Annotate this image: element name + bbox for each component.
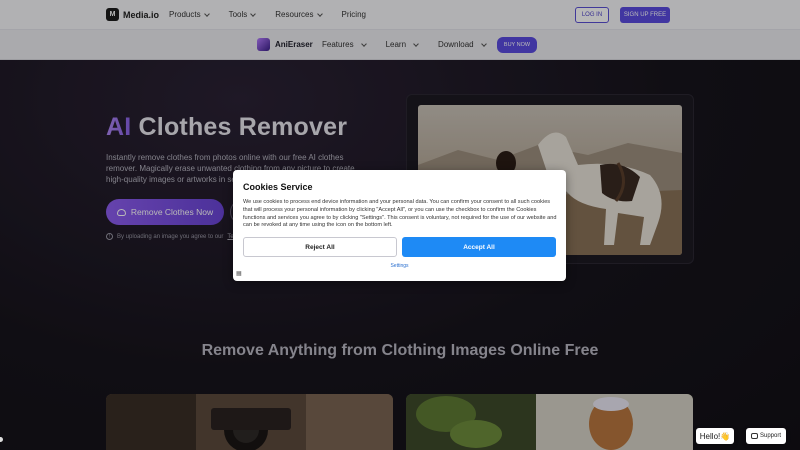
support-label: Support bbox=[759, 433, 781, 439]
cookie-consent-dialog: Cookies Service We use cookies to proces… bbox=[233, 170, 566, 281]
hello-chat-bubble[interactable]: Hello!👋 bbox=[696, 428, 734, 444]
cookie-settings-link[interactable]: Settings bbox=[233, 263, 566, 269]
chat-bubble-icon bbox=[750, 433, 758, 439]
cookie-body: We use cookies to process end device inf… bbox=[243, 199, 557, 229]
reject-all-button[interactable]: Reject All bbox=[243, 237, 397, 257]
accept-all-button[interactable]: Accept All bbox=[402, 237, 556, 257]
support-chat-button[interactable]: Support bbox=[746, 428, 786, 444]
cookie-preferences-icon[interactable]: ▦ bbox=[236, 270, 242, 277]
cookie-title: Cookies Service bbox=[243, 182, 313, 192]
